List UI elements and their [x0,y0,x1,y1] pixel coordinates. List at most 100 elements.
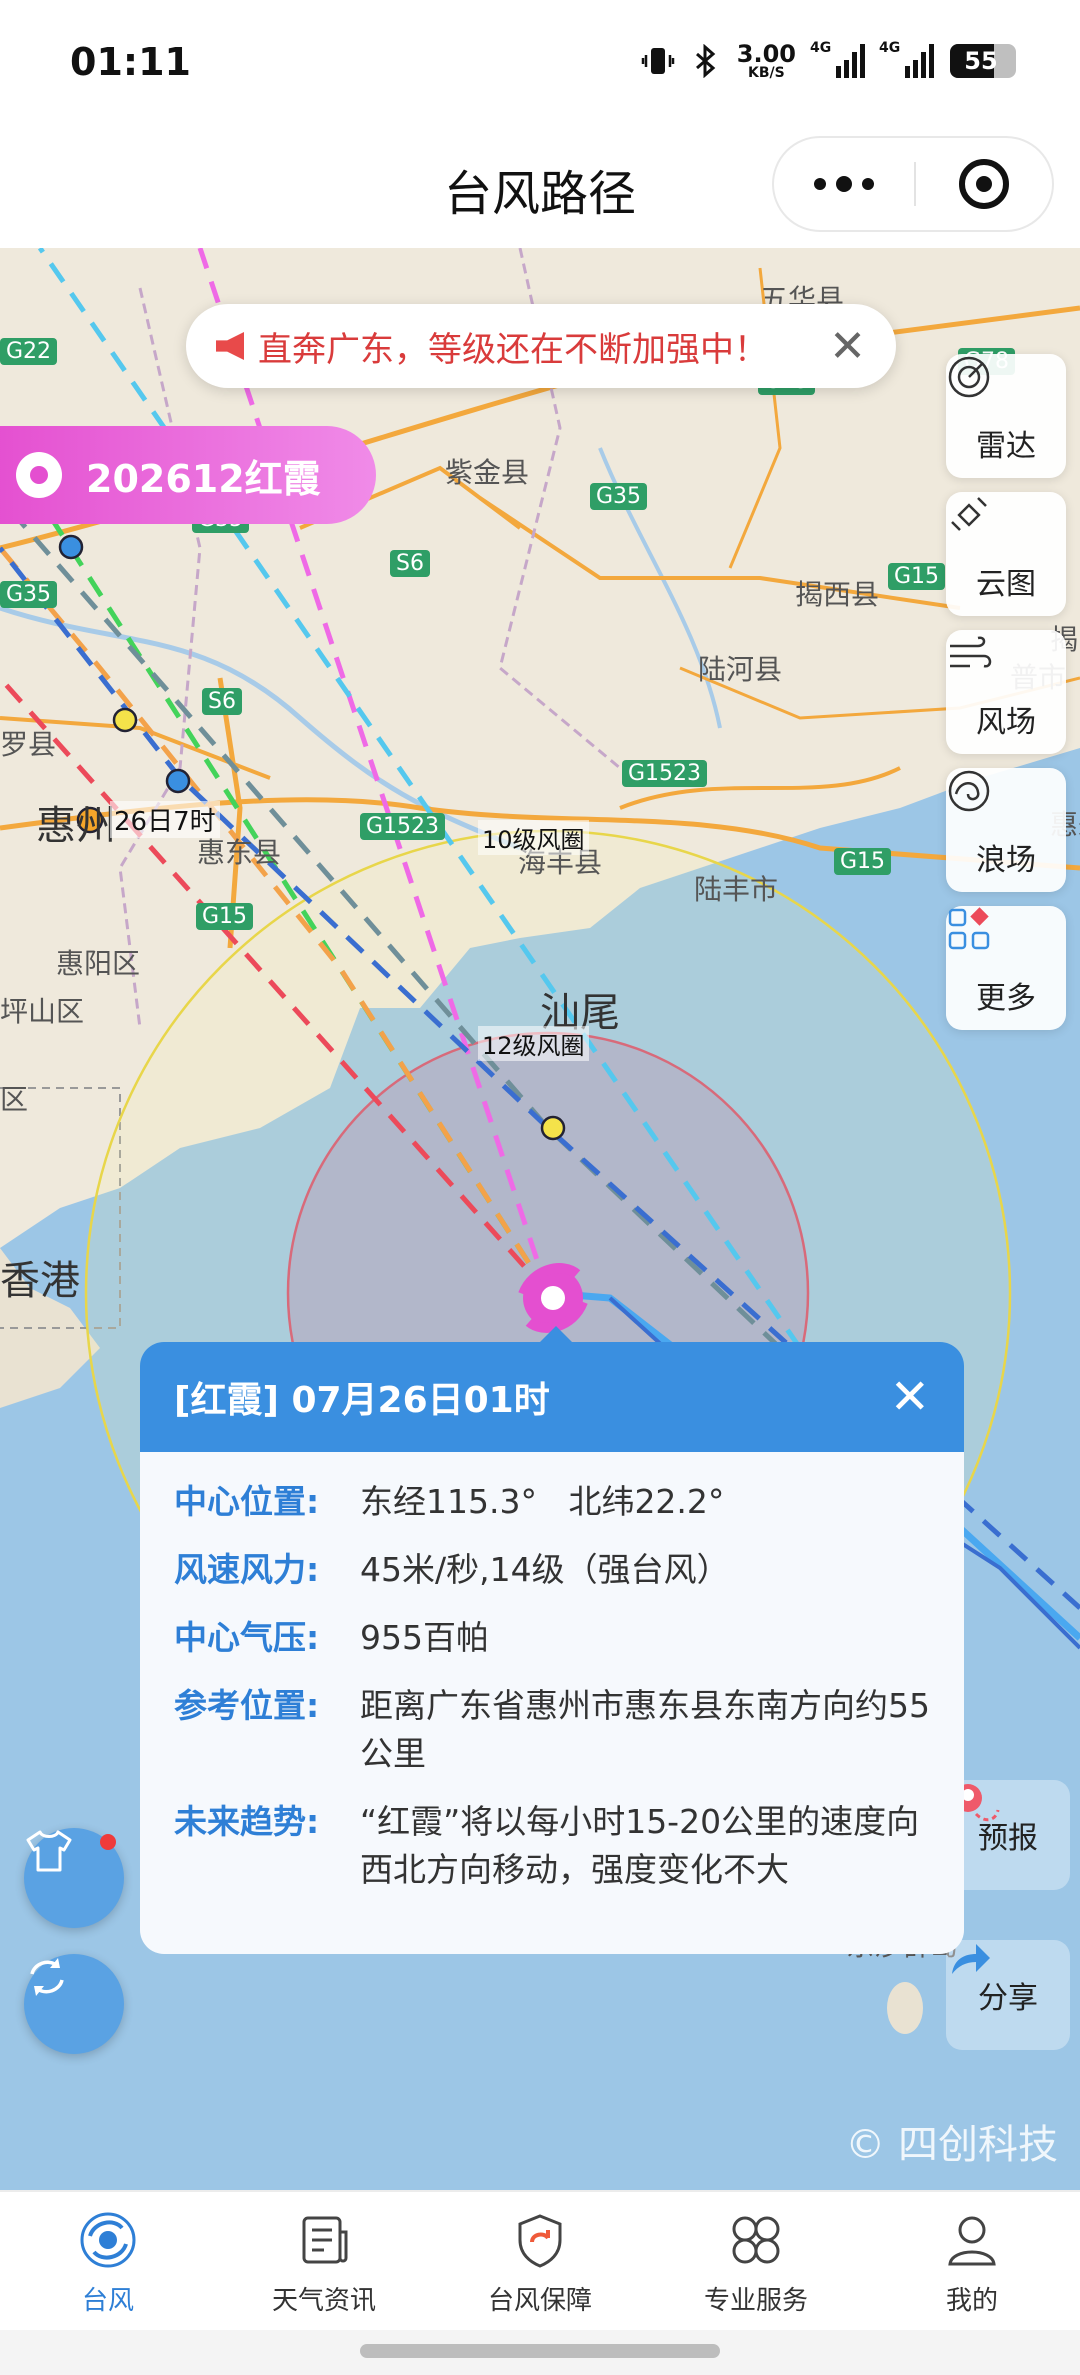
bottom-tab-bar: 台风 天气资讯 台风保障 专业服务 我的 [0,2190,1080,2330]
radar-button[interactable]: 雷达 [946,354,1066,478]
forecast-button[interactable]: 预报 [946,1780,1070,1890]
place-label: 惠州 [36,803,116,849]
info-key: 中心位置: [174,1482,320,1521]
speaker-icon [216,332,244,360]
close-icon[interactable]: ✕ [890,1373,930,1421]
info-row-reference: 参考位置: 距离广东省惠州市惠东县东南方向约55公里 [174,1682,930,1778]
info-key: 中心气压: [174,1618,320,1657]
tab-label: 台风保障 [487,2286,592,2316]
place-label: 罗县 [0,728,57,761]
highway-shield: G15 [888,563,946,590]
typhoon-selector[interactable]: 202612红霞 [0,426,376,524]
network-speed: 3.00 KB/S [737,42,796,80]
nav-header: 台风路径 [0,128,1080,248]
alert-banner[interactable]: 直奔广东，等级还在不断加强中！ ✕ [186,304,896,388]
info-value: 955百帕 [360,1618,489,1657]
place-label: 紫金县 [445,456,530,489]
apps-icon [948,907,1029,965]
close-miniprogram-button[interactable] [916,159,1052,209]
signal-tag-1: 4G [810,40,832,56]
popup-pointer [538,1326,574,1344]
road [478,496,961,610]
info-row-pressure: 中心气压: 955百帕 [174,1614,930,1662]
info-row-wind: 风速风力: 45米/秒,14级（强台风） [174,1546,930,1594]
wave-field-label: 浪场 [976,843,1036,878]
skin-button[interactable] [24,1828,124,1928]
home-indicator[interactable] [360,2344,720,2358]
forecast-time-label: 26日7时 [110,801,220,838]
share-button[interactable]: 分享 [946,1940,1070,2050]
place-label: 惠阳区 [56,947,141,980]
tab-mine[interactable]: 我的 [864,2192,1080,2330]
tab-professional-services[interactable]: 专业服务 [648,2192,864,2330]
wind-field-label: 风场 [976,705,1036,740]
info-value: 东经115.3° 北纬22.2° [360,1482,725,1521]
shield-icon [508,2208,572,2272]
info-row-trend: 未来趋势: “红霞”将以每小时15-20公里的速度向西北方向移动，强度变化不大 [174,1798,930,1894]
typhoon-name: 202612红霞 [86,456,321,501]
wind-field-button[interactable]: 风场 [946,630,1066,754]
boundary [118,287,202,1029]
more-tools-label: 更多 [976,981,1036,1016]
typhoon-info-popup: [红霞] 07月26日01时 ✕ 中心位置: 东经115.3° 北纬22.2° … [140,1326,964,1954]
tab-weather-news[interactable]: 天气资讯 [216,2192,432,2330]
tab-label: 专业服务 [703,2286,808,2316]
wind-circle-10-label: 10级风圈 [478,820,589,855]
highway-shield: G15 [196,903,254,930]
wind-circle-12-label: 12级风圈 [478,1026,589,1061]
close-icon[interactable]: ✕ [829,321,866,372]
track-point-blue [165,768,191,794]
bluetooth-icon [695,44,716,78]
tab-typhoon[interactable]: 台风 [0,2192,216,2330]
refresh-icon [30,1958,64,1996]
status-bar: 01:11 3.00 KB/S 4G 4G 55 [0,0,1080,128]
notification-dot [100,1834,116,1850]
tab-label: 天气资讯 [271,2286,376,2316]
popup-body: 中心位置: 东经115.3° 北纬22.2° 风速风力: 45米/秒,14级（强… [140,1452,964,1954]
alert-text: 直奔广东，等级还在不断加强中！ [258,329,768,370]
typhoon-icon [16,452,62,498]
shirt-icon [26,1830,72,1872]
net-speed-value: 3.00 [736,40,796,68]
signal-strength-1-icon: 4G [810,40,865,78]
track-point-blue [58,534,84,560]
refresh-button[interactable] [24,1954,124,2054]
news-icon [292,2208,356,2272]
info-key: 未来趋势: [174,1802,320,1841]
net-speed-unit: KB/S [748,65,785,81]
island [887,1982,923,2034]
battery-level: 55 [964,47,998,75]
place-label: 陆河县 [698,653,783,686]
popup-header: [红霞] 07月26日01时 ✕ [140,1342,964,1452]
system-nav-area [0,2330,1080,2375]
place-label: 区 [0,1083,29,1116]
tab-label: 台风 [81,2286,134,2316]
battery-icon: 55 [950,44,1016,78]
info-key: 风速风力: [174,1550,320,1589]
highway-shield: S6 [390,550,430,577]
more-menu-button[interactable] [774,176,914,192]
more-tools-button[interactable]: 更多 [946,906,1066,1030]
user-icon [940,2208,1004,2272]
info-value: “红霞”将以每小时15-20公里的速度向西北方向移动，强度变化不大 [360,1802,920,1889]
place-label: 揭西县 [795,578,880,611]
track-point-yellow [112,707,138,733]
cloud-image-button[interactable]: 云图 [946,492,1066,616]
wave-icon [948,770,1029,827]
screen: 01:11 3.00 KB/S 4G 4G 55 台风路径 五华县 紫金县 揭西… [0,0,1080,2375]
signal-tag-2: 4G [879,40,901,56]
target-icon [959,159,1009,209]
wave-field-button[interactable]: 浪场 [946,768,1066,892]
status-icons: 3.00 KB/S 4G 4G 55 [641,40,1016,80]
vibrate-icon [641,48,675,74]
info-value: 45米/秒,14级（强台风） [360,1550,730,1589]
highway-shield: G1523 [360,813,446,840]
highway-shield: S6 [202,688,242,715]
dot-icon [814,178,826,190]
place-label: 香港 [0,1258,80,1304]
radar-label: 雷达 [976,429,1036,464]
wind-icon [950,636,1029,689]
watermark: © 四创科技 [845,2122,1058,2168]
highway-shield: G35 [590,483,648,510]
tab-typhoon-protection[interactable]: 台风保障 [432,2192,648,2330]
